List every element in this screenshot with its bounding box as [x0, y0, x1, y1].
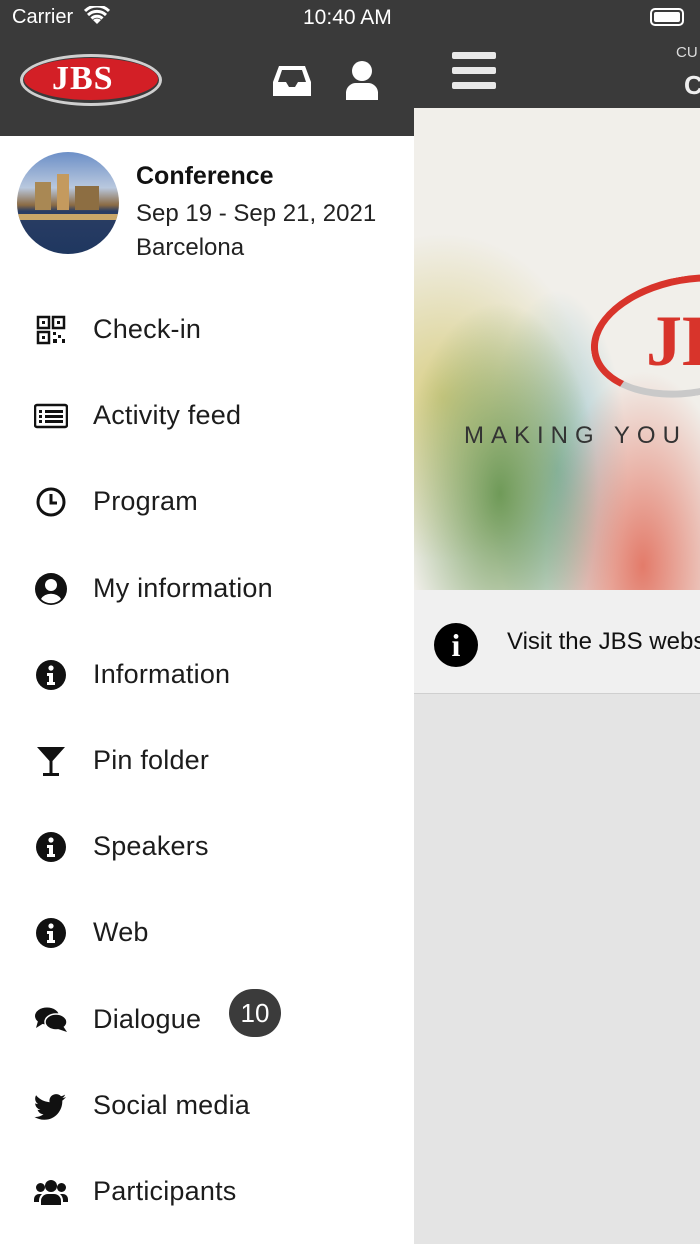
clock-label: 10:40 AM — [303, 6, 392, 29]
menu-item-label: Program — [93, 486, 198, 517]
jbs-logo: JBS — [20, 54, 162, 106]
unread-count-badge: 10 — [229, 988, 281, 1037]
clock-icon — [36, 487, 66, 517]
menu-item-participants[interactable]: Participants — [0, 1149, 414, 1235]
main-screen: CU C JB MAKING YOU i Visit the JBS webs — [414, 0, 700, 1244]
menu-item-social-media[interactable]: Social media — [0, 1063, 414, 1149]
drawer-menu: Check-in Activity feed Program My inform… — [0, 287, 414, 1235]
wifi-icon — [84, 6, 110, 24]
menu-item-label: Pin folder — [93, 744, 210, 775]
drawer-header: Carrier 10:40 AM JBS — [0, 0, 414, 136]
menu-item-label: Social media — [93, 1089, 250, 1120]
hero-tagline: MAKING YOU — [464, 422, 687, 449]
event-photo — [17, 152, 119, 254]
navigation-drawer: Carrier 10:40 AM JBS Conference Sep 19 -… — [0, 0, 414, 1244]
website-link-text: Visit the JBS webs — [507, 628, 700, 655]
cocktail-glass-icon — [37, 746, 65, 776]
news-icon — [34, 403, 68, 429]
menu-item-label: Information — [93, 658, 231, 689]
menu-item-web[interactable]: Web — [0, 890, 414, 976]
menu-item-speakers[interactable]: Speakers — [0, 804, 414, 890]
menu-item-label: Web — [93, 917, 149, 948]
main-header: CU C — [414, 0, 700, 108]
menu-item-pin-folder[interactable]: Pin folder — [0, 718, 414, 804]
qr-code-icon — [36, 315, 66, 345]
menu-item-my-information[interactable]: My information — [0, 546, 414, 632]
battery-icon — [650, 8, 684, 26]
inbox-icon[interactable] — [270, 58, 314, 102]
hamburger-menu-button[interactable] — [452, 52, 496, 90]
info-icon — [36, 832, 66, 863]
header-subtitle: CU — [676, 44, 698, 61]
comments-icon — [35, 1007, 68, 1032]
header-title: C — [684, 70, 700, 100]
users-icon — [34, 1179, 68, 1205]
event-dates: Sep 19 - Sep 21, 2021 — [136, 200, 377, 227]
carrier-label: Carrier — [12, 6, 74, 28]
menu-item-information[interactable]: Information — [0, 632, 414, 718]
info-icon — [36, 918, 66, 949]
menu-item-label: My information — [93, 572, 273, 603]
info-icon: i — [434, 623, 478, 667]
menu-item-dialogue[interactable]: Dialogue 10 — [0, 977, 414, 1063]
user-icon[interactable] — [340, 58, 384, 102]
website-link-row[interactable]: i Visit the JBS webs — [414, 590, 700, 694]
event-title: Conference — [136, 162, 274, 190]
user-circle-icon — [35, 572, 67, 605]
menu-item-program[interactable]: Program — [0, 459, 414, 545]
menu-item-label: Dialogue — [93, 1003, 202, 1034]
menu-item-label: Participants — [93, 1175, 237, 1206]
menu-item-activity-feed[interactable]: Activity feed — [0, 373, 414, 459]
menu-item-check-in[interactable]: Check-in — [0, 287, 414, 373]
twitter-icon — [34, 1093, 66, 1120]
menu-item-label: Speakers — [93, 831, 209, 862]
menu-item-label: Check-in — [93, 314, 202, 344]
hero-logo-text: JB — [646, 301, 700, 381]
info-icon — [36, 659, 66, 690]
menu-item-label: Activity feed — [93, 400, 242, 431]
hero-banner: JB MAKING YOU — [414, 108, 700, 590]
event-city: Barcelona — [136, 234, 245, 261]
event-summary[interactable]: Conference Sep 19 - Sep 21, 2021 Barcelo… — [0, 136, 414, 286]
